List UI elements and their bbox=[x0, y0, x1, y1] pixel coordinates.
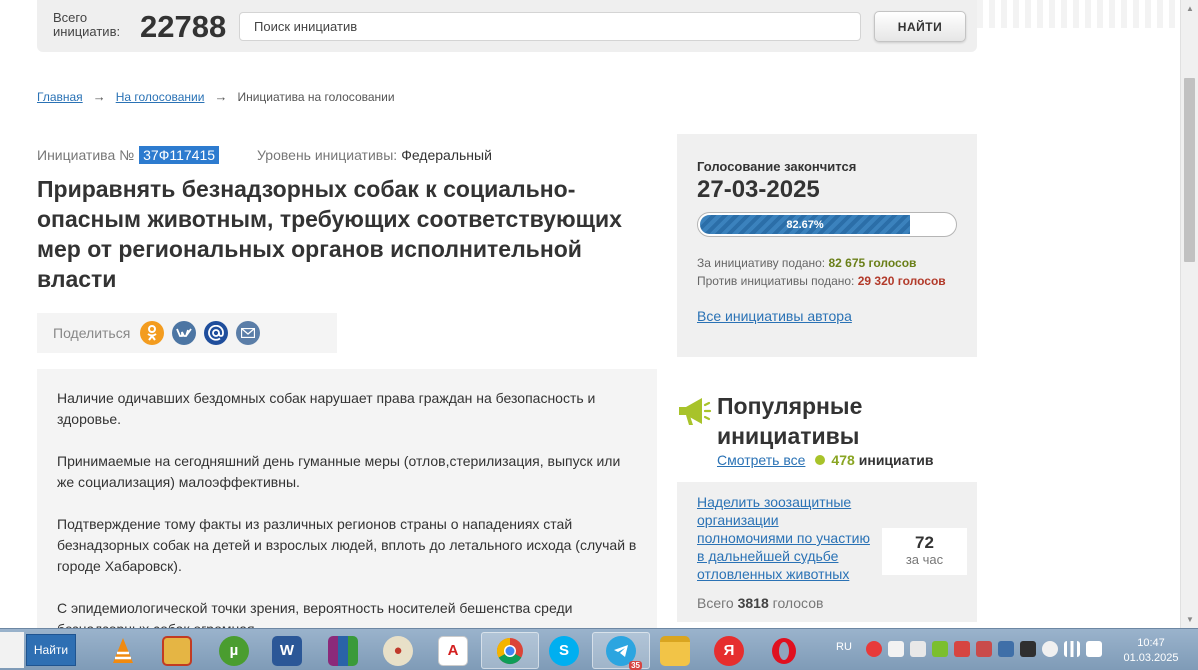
drive-tray-icon[interactable] bbox=[910, 641, 926, 657]
share-panel: Поделиться bbox=[37, 313, 337, 353]
acrobat-icon[interactable]: A bbox=[424, 632, 482, 669]
initiative-level-value: Федеральный bbox=[401, 147, 492, 163]
odnoklassniki-icon[interactable] bbox=[140, 321, 165, 345]
initiative-level-label: Уровень инициативы: bbox=[257, 147, 398, 163]
file-manager-icon[interactable] bbox=[148, 632, 206, 669]
clock-date: 01.03.2025 bbox=[1123, 652, 1179, 664]
description-paragraph: Принимаемые на сегодняшний день гуманные… bbox=[57, 453, 621, 490]
paint-icon[interactable]: ● bbox=[369, 632, 427, 669]
votes-for-line: За инициативу подано: 82 675 голосов bbox=[697, 256, 957, 270]
taskbar-clock[interactable]: 10:47 01.03.2025 bbox=[1108, 636, 1194, 666]
monitor-tray-icon[interactable] bbox=[1020, 641, 1036, 657]
page-scrollbar[interactable]: ▲ ▼ bbox=[1180, 0, 1198, 628]
scroll-up-icon[interactable]: ▲ bbox=[1181, 0, 1198, 17]
chrome-icon[interactable] bbox=[481, 632, 539, 669]
yandex-tray-icon[interactable] bbox=[866, 641, 882, 657]
start-button[interactable] bbox=[0, 632, 24, 668]
votes-for-value: 82 675 голосов bbox=[828, 256, 917, 270]
votes-per-hour-unit: за час bbox=[905, 552, 944, 567]
breadcrumb-separator: → bbox=[92, 89, 106, 104]
shield-tray-icon[interactable] bbox=[932, 641, 948, 657]
telegram-icon[interactable]: 35 bbox=[592, 632, 650, 670]
voting-panel: Голосование закончится 27-03-2025 82.67%… bbox=[677, 134, 977, 357]
breadcrumb-home[interactable]: Главная bbox=[37, 90, 83, 104]
antivirus-tray-icon[interactable] bbox=[954, 641, 970, 657]
header-decoration bbox=[977, 0, 1198, 28]
votes-against-value: 29 320 голосов bbox=[857, 274, 946, 288]
votes-against-line: Против инициативы подано: 29 320 голосов bbox=[697, 274, 957, 288]
telegram-badge: 35 bbox=[629, 660, 642, 670]
popular-count: 478 bbox=[831, 452, 855, 468]
votes-for-label: За инициативу подано: bbox=[697, 256, 826, 270]
card-total-unit: голосов bbox=[772, 595, 824, 611]
author-initiatives-link[interactable]: Все инициативы автора bbox=[697, 308, 852, 324]
voting-progress-bar: 82.67% bbox=[697, 212, 957, 237]
card-total-value: 3818 bbox=[737, 595, 769, 611]
battery-tray-icon[interactable] bbox=[1086, 641, 1102, 657]
popular-title: Популярные инициативы bbox=[717, 393, 863, 449]
clock-time: 10:47 bbox=[1137, 637, 1165, 649]
breadcrumb-voting[interactable]: На голосовании bbox=[116, 90, 205, 104]
taskbar-search-button[interactable]: Найти bbox=[26, 634, 76, 666]
explorer-icon[interactable] bbox=[646, 632, 704, 669]
popular-count-word: инициатив bbox=[858, 452, 934, 468]
mail-ru-icon[interactable] bbox=[204, 321, 229, 345]
scrollbar-thumb[interactable] bbox=[1184, 78, 1195, 262]
total-initiatives-label: Всего инициатив: bbox=[53, 10, 121, 39]
system-tray bbox=[866, 641, 1108, 657]
opera-icon[interactable] bbox=[755, 632, 813, 669]
volume-tray-icon[interactable] bbox=[1042, 641, 1058, 657]
search-input[interactable] bbox=[239, 12, 861, 41]
see-all-link[interactable]: Смотреть все bbox=[717, 452, 805, 468]
scroll-down-icon[interactable]: ▼ bbox=[1181, 611, 1198, 628]
initiative-meta: Инициатива № 37Ф117415 Уровень инициатив… bbox=[37, 146, 492, 164]
vk-icon[interactable] bbox=[172, 321, 197, 345]
flag-tray-icon[interactable] bbox=[888, 641, 904, 657]
network-tray-icon[interactable] bbox=[998, 641, 1014, 657]
voting-end-label: Голосование закончится bbox=[697, 159, 857, 174]
popular-meta: Смотреть все 478 инициатив bbox=[717, 452, 934, 468]
total-initiatives-count: 22788 bbox=[140, 9, 227, 44]
votes-per-hour-value: 72 bbox=[915, 533, 934, 552]
popular-initiative-link[interactable]: Наделить зоозащитные организации полномо… bbox=[697, 493, 877, 583]
breadcrumb: Главная → На голосовании → Инициатива на… bbox=[37, 89, 395, 104]
initiative-number-label: Инициатива № bbox=[37, 147, 135, 163]
voting-progress-fill: 82.67% bbox=[700, 215, 910, 234]
initiative-number: 37Ф117415 bbox=[139, 146, 220, 164]
yandex-icon[interactable]: Я bbox=[700, 632, 758, 669]
card-total-label: Всего bbox=[697, 595, 734, 611]
votes-per-hour: 72 за час bbox=[882, 528, 967, 575]
card-total-votes: Всего 3818 голосов bbox=[697, 595, 823, 611]
email-icon[interactable] bbox=[236, 321, 261, 345]
popular-initiative-card: Наделить зоозащитные организации полномо… bbox=[677, 482, 977, 622]
voting-end-date: 27-03-2025 bbox=[697, 176, 820, 203]
word-icon[interactable]: W bbox=[258, 632, 316, 669]
votes-against-label: Против инициативы подано: bbox=[697, 274, 855, 288]
winrar-icon[interactable] bbox=[314, 632, 372, 669]
update-tray-icon[interactable] bbox=[976, 641, 992, 657]
taskbar: Найти µ W ● A S 35 Я RU 10:47 01.03.2025 bbox=[0, 628, 1198, 670]
search-button[interactable]: НАЙТИ bbox=[874, 11, 966, 42]
utorrent-icon[interactable]: µ bbox=[205, 632, 263, 669]
breadcrumb-current: Инициатива на голосовании bbox=[237, 89, 395, 104]
skype-icon[interactable]: S bbox=[535, 632, 593, 669]
megaphone-icon bbox=[676, 393, 712, 429]
initiative-title: Приравнять безнадзорных собак к социальн… bbox=[37, 176, 622, 292]
signal-tray-icon[interactable] bbox=[1064, 641, 1080, 657]
description-paragraph: Наличие одичавших бездомных собак наруша… bbox=[57, 390, 596, 427]
breadcrumb-separator: → bbox=[214, 89, 228, 104]
vlc-icon[interactable] bbox=[94, 632, 152, 669]
description-paragraph: Подтверждение тому факты из различных ре… bbox=[57, 516, 637, 574]
initiative-description: Наличие одичавших бездомных собак наруша… bbox=[37, 369, 657, 639]
popular-dot-icon bbox=[815, 455, 826, 465]
keyboard-language[interactable]: RU bbox=[836, 641, 852, 653]
search-bar: Всего инициатив: 22788 НАЙТИ bbox=[37, 0, 977, 52]
share-label: Поделиться bbox=[53, 325, 131, 341]
